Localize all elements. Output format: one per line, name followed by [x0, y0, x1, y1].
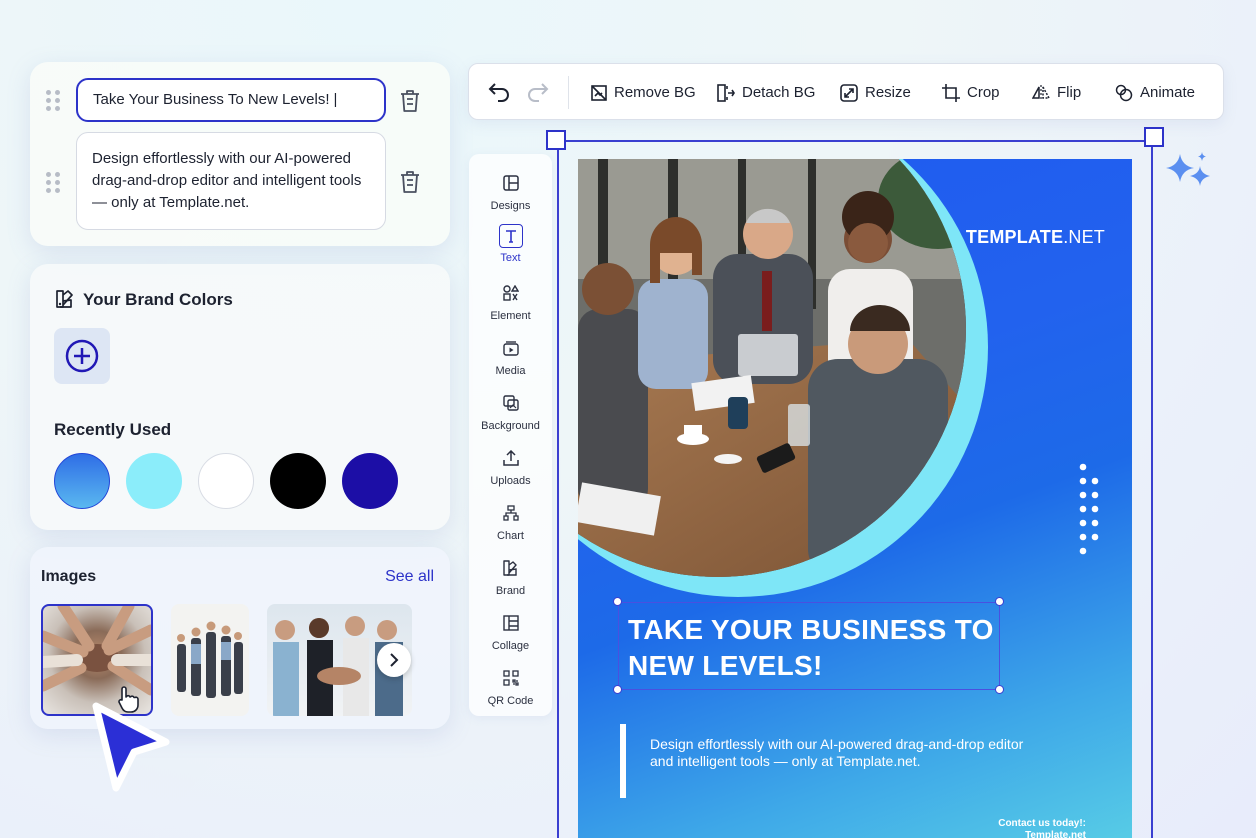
text-icon [498, 224, 523, 248]
resize-icon [840, 83, 858, 102]
side-tools-panel: Designs Text Element Media Background Up… [469, 154, 552, 716]
animate-label: Animate [1140, 84, 1196, 101]
brand-icon [500, 557, 522, 579]
resize-handle-top-left[interactable] [546, 130, 566, 150]
chevron-right-icon [390, 653, 399, 667]
recently-used-title: Recently Used [54, 420, 172, 439]
sparkle-icon [1166, 152, 1212, 192]
poster-accent-bar [620, 724, 626, 798]
tool-label: Media [495, 365, 526, 377]
headline-handle[interactable] [995, 685, 1004, 694]
resize-button[interactable]: Resize [840, 64, 911, 121]
swatch-light-cyan[interactable] [126, 453, 182, 509]
tool-label: Collage [491, 640, 530, 652]
drag-handle-icon[interactable] [46, 90, 60, 111]
title-text-value: Take Your Business To New Levels! [93, 91, 330, 108]
next-images-button[interactable] [377, 643, 411, 677]
tool-label: QR Code [487, 695, 534, 707]
undo-button[interactable] [487, 64, 511, 121]
pointer-cursor-icon [86, 698, 176, 798]
animate-button[interactable]: Animate [1115, 64, 1195, 121]
remove-bg-label: Remove BG [614, 84, 696, 101]
poster-description[interactable]: Design effortlessly with our AI-powered … [650, 736, 1050, 770]
remove-bg-button[interactable]: Remove BG [591, 64, 696, 121]
shapes-icon [500, 282, 522, 304]
collage-icon [500, 612, 522, 634]
chart-icon [500, 502, 522, 524]
tool-label: Brand [495, 585, 526, 597]
tool-chart[interactable]: Chart [469, 499, 552, 549]
crop-label: Crop [967, 84, 1000, 101]
swatch-white[interactable] [198, 453, 254, 509]
tool-brand[interactable]: Brand [469, 554, 552, 604]
tool-label: Element [490, 310, 531, 322]
headline-handle[interactable] [613, 597, 622, 606]
tool-label: Designs [490, 200, 531, 212]
undo-icon [488, 82, 509, 102]
remove-bg-icon [591, 84, 607, 101]
tool-label: Chart [497, 530, 524, 542]
drag-handle-icon[interactable] [46, 172, 60, 193]
standing-team-photo [177, 621, 243, 698]
animate-icon [1115, 84, 1133, 101]
redo-icon [528, 82, 549, 102]
detach-bg-label: Detach BG [742, 84, 816, 101]
background-icon [500, 392, 522, 414]
resize-label: Resize [865, 84, 911, 101]
swatch-blue-gradient[interactable] [54, 453, 110, 509]
tool-qr-code[interactable]: QR Code [469, 664, 552, 714]
tool-uploads[interactable]: Uploads [469, 444, 552, 494]
resize-handle-top-right[interactable] [1144, 127, 1164, 147]
poster-headline[interactable]: TAKE YOUR BUSINESS TO NEW LEVELS! [628, 612, 998, 684]
tool-background[interactable]: Background [469, 389, 552, 439]
tool-label: Uploads [490, 475, 531, 487]
edit-toolbar: Remove BG Detach BG Resize Crop Flip Ani… [468, 63, 1224, 120]
brand-palette-icon [54, 288, 76, 310]
media-icon [500, 337, 522, 359]
flip-icon [1032, 84, 1050, 101]
tool-media[interactable]: Media [469, 334, 552, 384]
detach-bg-button[interactable]: Detach BG [717, 64, 815, 121]
tool-designs[interactable]: Designs [469, 169, 552, 219]
brand-colors-panel: Your Brand Colors Recently Used [30, 264, 450, 530]
headline-handle[interactable] [995, 597, 1004, 606]
tool-collage[interactable]: Collage [469, 609, 552, 659]
flip-label: Flip [1057, 84, 1082, 101]
description-text-value: Design effortlessly with our AI-powered … [92, 150, 362, 211]
title-text-field[interactable]: Take Your Business To New Levels! | [76, 78, 386, 122]
delete-title-icon[interactable] [398, 88, 422, 114]
swatch-black[interactable] [270, 453, 326, 509]
poster-contact: Contact us today!: Template.net [998, 818, 1086, 838]
crop-icon [942, 83, 960, 102]
brand-colors-title: Your Brand Colors [83, 290, 233, 309]
image-thumbnail-team[interactable] [171, 604, 249, 716]
images-title: Images [41, 568, 97, 585]
text-layers-panel: Take Your Business To New Levels! | Desig… [30, 62, 450, 246]
layout-icon [500, 172, 522, 194]
headline-handle[interactable] [613, 685, 622, 694]
upload-icon [500, 447, 522, 469]
plus-circle-icon [65, 339, 99, 373]
see-all-link[interactable]: See all [385, 568, 434, 586]
detach-bg-icon [717, 83, 735, 102]
tool-label: Text [500, 252, 521, 264]
redo-button[interactable] [526, 64, 550, 121]
tool-label: Background [481, 420, 540, 432]
swatch-dark-indigo[interactable] [342, 453, 398, 509]
toolbar-divider [568, 76, 569, 109]
add-brand-color-button[interactable] [54, 328, 110, 384]
flip-button[interactable]: Flip [1032, 64, 1081, 121]
delete-description-icon[interactable] [398, 169, 422, 195]
tool-text[interactable]: Text [469, 222, 552, 272]
description-text-field[interactable]: Design effortlessly with our AI-powered … [76, 132, 386, 230]
tool-element[interactable]: Element [469, 279, 552, 329]
qr-code-icon [500, 667, 522, 689]
crop-button[interactable]: Crop [942, 64, 1000, 121]
canvas-selection-frame [557, 140, 1153, 838]
